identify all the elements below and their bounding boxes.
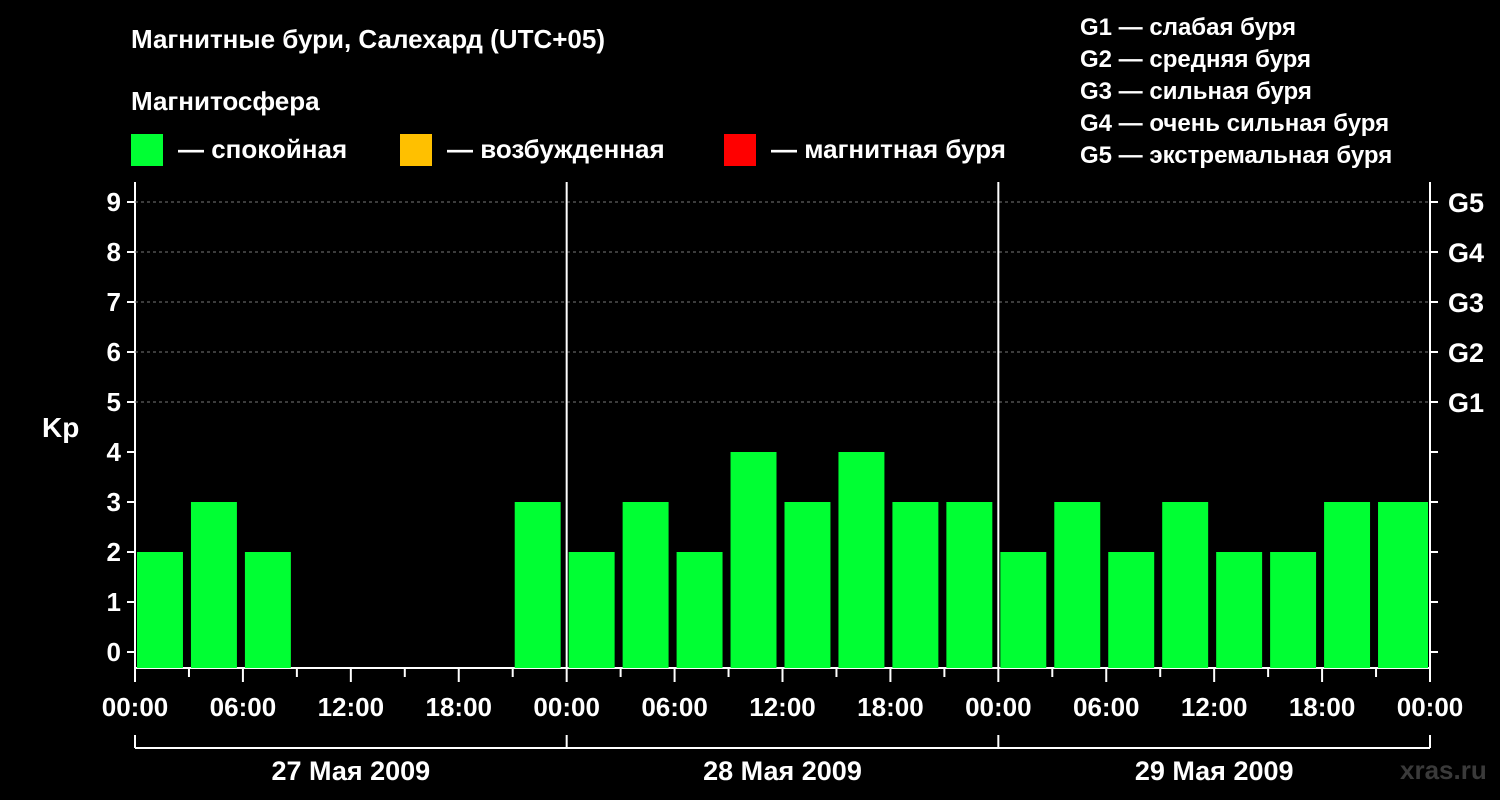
kp-bar xyxy=(946,502,993,668)
y-tick-label: 6 xyxy=(107,337,121,367)
watermark: xras.ru xyxy=(1400,755,1487,785)
kp-bar xyxy=(1000,552,1047,668)
g-tick-label: G2 xyxy=(1448,338,1484,368)
y-tick-label: 5 xyxy=(107,387,121,417)
y-tick-label: 3 xyxy=(107,487,121,517)
x-tick-label: 00:00 xyxy=(1397,692,1464,722)
g-tick-label: G5 xyxy=(1448,188,1484,218)
kp-bar xyxy=(892,502,939,668)
kp-bar xyxy=(244,552,291,668)
kp-bar xyxy=(784,502,831,668)
x-tick-label: 00:00 xyxy=(533,692,600,722)
kp-bar xyxy=(1324,502,1371,668)
kp-bar xyxy=(1108,552,1155,668)
kp-bar xyxy=(1054,502,1101,668)
kp-bar xyxy=(730,452,777,668)
x-tick-label: 06:00 xyxy=(641,692,708,722)
day-label: 29 Мая 2009 xyxy=(1135,756,1294,786)
x-tick-label: 00:00 xyxy=(965,692,1032,722)
g-tick-label: G1 xyxy=(1448,388,1484,418)
day-label: 28 Мая 2009 xyxy=(703,756,862,786)
y-tick-label: 7 xyxy=(107,287,121,317)
y-tick-label: 2 xyxy=(107,537,121,567)
kp-bar xyxy=(1270,552,1317,668)
x-tick-label: 12:00 xyxy=(1181,692,1248,722)
kp-bar xyxy=(568,552,615,668)
g-tick-label: G4 xyxy=(1448,238,1484,268)
x-tick-label: 06:00 xyxy=(210,692,277,722)
y-tick-label: 8 xyxy=(107,237,121,267)
kp-bar xyxy=(676,552,723,668)
kp-chart: 0 1 2 3 4 5 6 7 8 9 G1 G2 G3 G4 G5 00:00 06:00 12:00 18:00… xyxy=(102,182,1484,786)
x-tick-label: 00:00 xyxy=(102,692,169,722)
x-tick-label: 18:00 xyxy=(1289,692,1356,722)
kp-bar xyxy=(1162,502,1209,668)
kp-bar xyxy=(1216,552,1263,668)
x-tick-label: 06:00 xyxy=(1073,692,1140,722)
x-tick-label: 12:00 xyxy=(749,692,816,722)
day-label: 27 Мая 2009 xyxy=(271,756,430,786)
kp-bar xyxy=(514,502,561,668)
g-tick-label: G3 xyxy=(1448,288,1484,318)
kp-bar xyxy=(137,552,183,668)
x-tick-label: 18:00 xyxy=(426,692,493,722)
y-tick-label: 9 xyxy=(107,187,121,217)
y-tick-label: 0 xyxy=(107,637,121,667)
kp-bar xyxy=(190,502,237,668)
x-tick-label: 18:00 xyxy=(857,692,924,722)
kp-bar xyxy=(1378,502,1428,668)
kp-bar xyxy=(838,452,885,668)
y-tick-label: 4 xyxy=(107,437,122,467)
kp-bar xyxy=(622,502,669,668)
x-tick-label: 12:00 xyxy=(318,692,385,722)
y-tick-label: 1 xyxy=(107,587,121,617)
